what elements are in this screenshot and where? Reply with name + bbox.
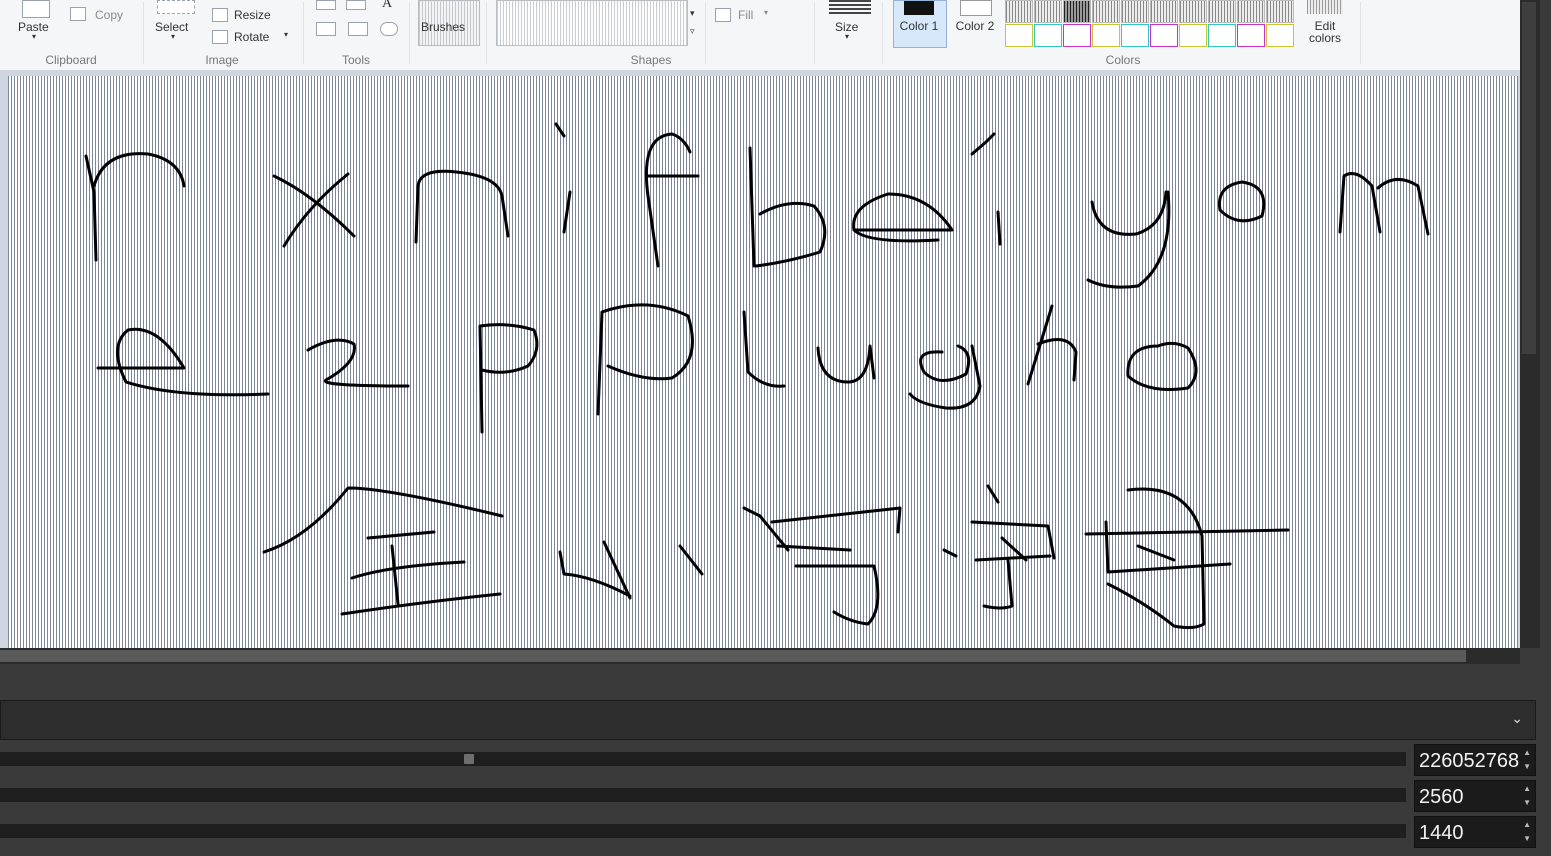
tools-group-label: Tools	[341, 53, 370, 67]
select-icon	[157, 0, 195, 14]
width-field[interactable]: 2560 ▲ ▼	[1414, 780, 1536, 812]
source-dropdown[interactable]: ⌄	[0, 700, 1536, 740]
palette-swatch[interactable]	[1034, 0, 1062, 23]
outline-icon	[715, 8, 731, 22]
magnifier-icon[interactable]	[380, 22, 398, 36]
rotate-icon	[212, 30, 228, 44]
clipboard-group-label: Clipboard	[45, 53, 97, 67]
size-dropdown-icon[interactable]: ▾	[845, 32, 849, 41]
palette-swatch[interactable]	[1063, 24, 1091, 47]
colors-group-label: Colors	[1105, 53, 1141, 67]
palette-swatch[interactable]	[1150, 0, 1178, 23]
palette-swatch[interactable]	[1266, 24, 1294, 47]
color2-label[interactable]: Color 2	[955, 20, 995, 32]
paste-icon[interactable]	[22, 0, 50, 18]
shapes-more-icon[interactable]: ▿	[690, 26, 695, 37]
height-field[interactable]: 1440 ▲ ▼	[1414, 816, 1536, 848]
canvas-area: rxnifbeiyom / e2pPlugho / 全小写字母	[0, 70, 1520, 648]
divider	[303, 2, 304, 64]
palette-swatch[interactable]	[1063, 0, 1091, 23]
spin-down-icon[interactable]: ▼	[1523, 799, 1531, 807]
spin-up-icon[interactable]: ▲	[1523, 749, 1531, 757]
palette-swatch[interactable]	[1237, 0, 1265, 23]
palette-swatch[interactable]	[1005, 24, 1033, 47]
color1-swatch	[904, 1, 934, 15]
fill-dropdown-icon[interactable]: ▾	[764, 8, 768, 17]
height-field-text: 1440	[1419, 822, 1464, 844]
divider	[486, 2, 487, 64]
palette-swatch[interactable]	[1179, 24, 1207, 47]
ribbon: Paste ▾ Copy Clipboard Select ▾ Resize R…	[0, 0, 1520, 71]
divider	[1360, 2, 1361, 64]
horizontal-scroll-thumb[interactable]	[0, 650, 1466, 662]
palette-swatch[interactable]	[1237, 24, 1265, 47]
color2-swatch[interactable]	[960, 0, 992, 16]
resize-button[interactable]: Resize	[234, 8, 271, 22]
chevron-down-icon[interactable]: ⌄	[1511, 710, 1523, 727]
color-palette	[1005, 0, 1297, 47]
edit-colors-button[interactable]: Edit colors	[1303, 20, 1347, 44]
size-icon	[829, 0, 871, 14]
spin-up-icon[interactable]: ▲	[1523, 821, 1531, 829]
palette-swatch[interactable]	[1150, 24, 1178, 47]
palette-swatch[interactable]	[1005, 0, 1033, 23]
height-slider[interactable]	[0, 824, 1406, 838]
handwriting-line-1	[84, 122, 1430, 289]
spin-down-icon[interactable]: ▼	[1523, 763, 1531, 771]
divider	[882, 2, 883, 64]
palette-swatch[interactable]	[1121, 24, 1149, 47]
handwriting-drawing: rxnifbeiyom / e2pPlugho / 全小写字母	[84, 122, 1430, 630]
eraser-icon[interactable]	[316, 22, 336, 36]
text-tool-icon[interactable]: A	[382, 0, 392, 12]
palette-swatch[interactable]	[1092, 24, 1120, 47]
palette-swatch[interactable]	[1208, 24, 1236, 47]
vertical-scroll-thumb[interactable]	[1522, 2, 1536, 354]
pencil-icon[interactable]	[316, 0, 336, 10]
slider-thumb[interactable]	[464, 754, 474, 764]
palette-swatch[interactable]	[1092, 0, 1120, 23]
edit-colors-icon	[1307, 0, 1343, 14]
drawing-canvas[interactable]: rxnifbeiyom / e2pPlugho / 全小写字母	[8, 76, 1518, 648]
copy-button[interactable]: Copy	[95, 8, 123, 22]
divider	[814, 2, 815, 64]
rotate-button[interactable]: Rotate	[234, 30, 269, 44]
divider	[409, 2, 410, 64]
fill-bucket-icon[interactable]	[346, 0, 366, 10]
width-field-text: 2560	[1419, 786, 1464, 808]
handwriting-line-2	[96, 303, 1198, 434]
shapes-group-label: Shapes	[630, 53, 672, 67]
select-dropdown-icon[interactable]: ▾	[171, 32, 175, 41]
value-field[interactable]: 226052768 ▲ ▼	[1414, 744, 1536, 776]
color-picker-icon[interactable]	[348, 22, 368, 36]
palette-swatch[interactable]	[1034, 24, 1062, 47]
resize-icon	[212, 8, 228, 22]
image-group-label: Image	[205, 53, 239, 67]
divider	[705, 2, 706, 64]
width-slider[interactable]	[0, 788, 1406, 802]
copy-icon	[70, 7, 86, 21]
palette-swatch[interactable]	[1121, 0, 1149, 23]
handwriting-line-3	[262, 484, 1290, 630]
palette-swatch[interactable]	[1179, 0, 1207, 23]
shapes-scroll-down-icon[interactable]: ▾	[690, 8, 695, 19]
shapes-gallery[interactable]	[496, 0, 688, 46]
fill-button[interactable]: Fill	[738, 8, 753, 22]
rotate-dropdown-icon[interactable]: ▾	[284, 30, 288, 39]
value-field-text: 226052768	[1419, 750, 1520, 772]
palette-swatch[interactable]	[1208, 0, 1236, 23]
paste-dropdown-icon[interactable]: ▾	[32, 32, 36, 41]
spin-up-icon[interactable]: ▲	[1523, 785, 1531, 793]
divider	[143, 2, 144, 64]
spin-down-icon[interactable]: ▼	[1523, 835, 1531, 843]
value-slider[interactable]	[0, 752, 1406, 766]
palette-swatch[interactable]	[1266, 0, 1294, 23]
color1-label: Color 1	[899, 19, 939, 33]
brushes-button[interactable]: Brushes	[421, 20, 465, 34]
